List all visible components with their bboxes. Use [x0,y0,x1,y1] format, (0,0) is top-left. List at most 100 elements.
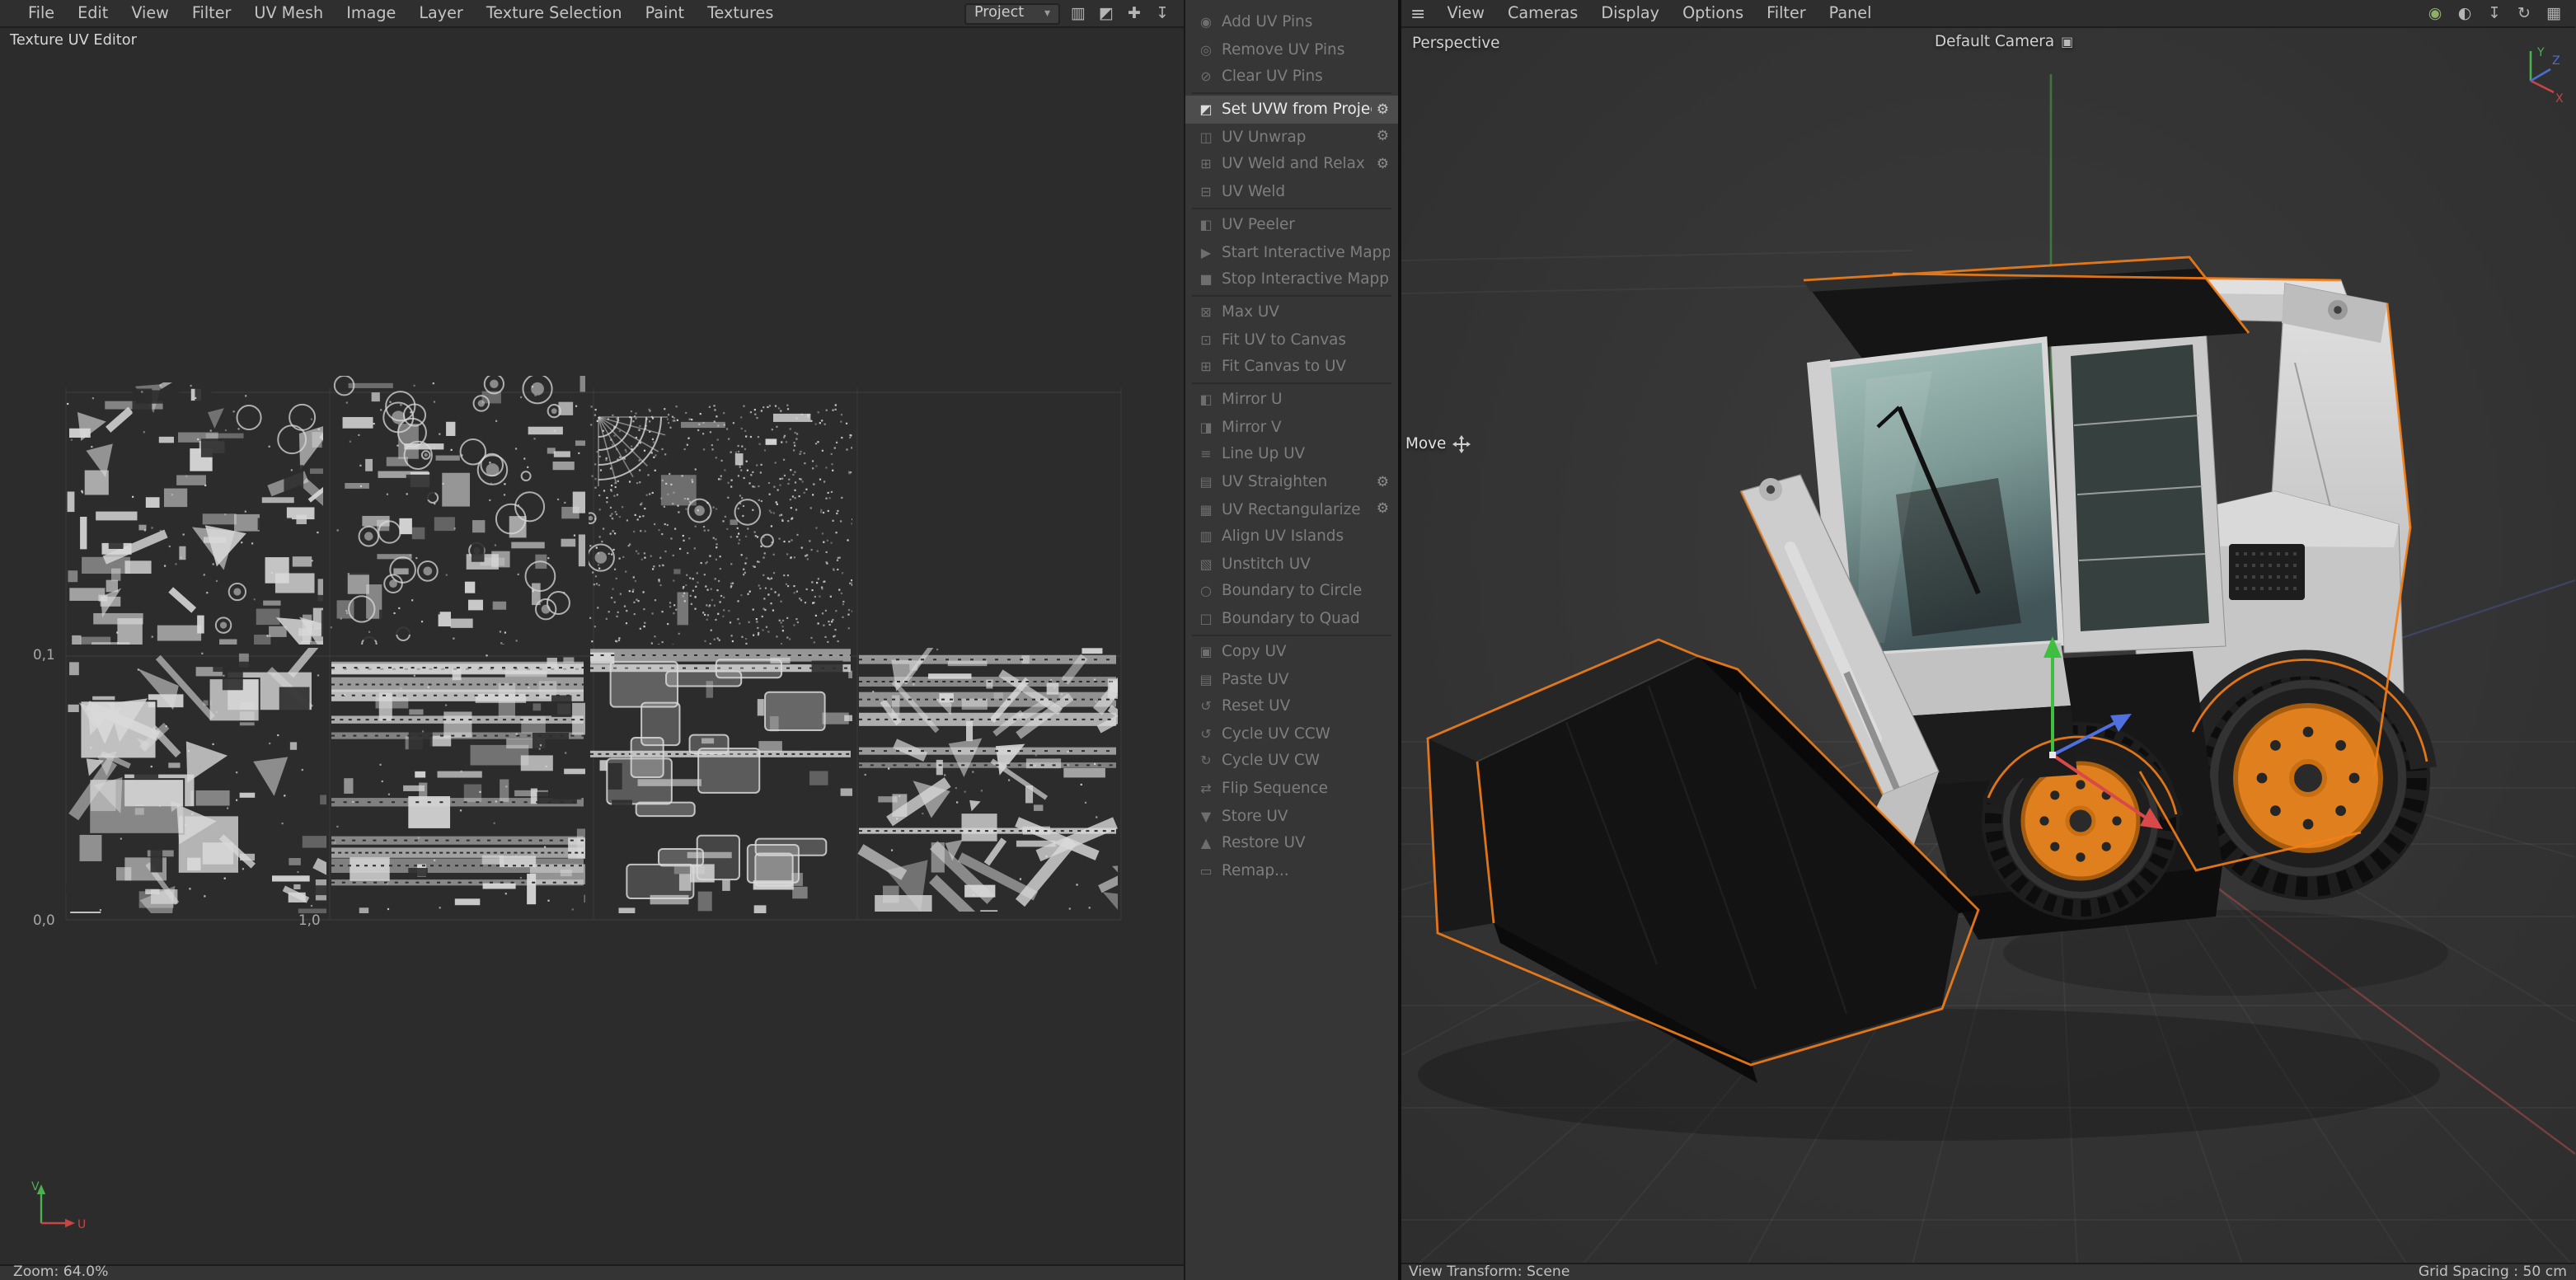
menu-file[interactable]: File [16,4,66,22]
viewport-menu-view[interactable]: View [1435,4,1496,22]
gizmo-x-label: X [2555,92,2564,105]
uv-rectangularize-icon: ▦ [1197,502,1215,517]
3d-viewport-panel: ≡ ViewCamerasDisplayOptionsFilterPanel ◉… [1397,0,2576,1280]
menu-textures[interactable]: Textures [696,4,785,22]
cmd-boundary-to-circle[interactable]: ○Boundary to Circle [1185,578,1397,605]
cmd-label: UV Weld [1222,183,1389,201]
cmd-mirror-u[interactable]: ◧Mirror U [1185,387,1397,414]
cmd-label: Copy UV [1222,643,1389,661]
viewport-menu-options[interactable]: Options [1671,4,1755,22]
menu-uv-mesh[interactable]: UV Mesh [242,4,335,22]
cmd-align-uv-islands[interactable]: ▥Align UV Islands [1185,523,1397,551]
project-dropdown[interactable]: Project ▾ [964,2,1060,24]
cmd-uv-weld[interactable]: ⊟UV Weld [1185,178,1397,205]
clear-uv-pins-icon: ⊘ [1197,69,1215,84]
cmd-label: Align UV Islands [1222,527,1389,546]
cmd-clear-uv-pins[interactable]: ⊘ Clear UV Pins [1185,63,1397,91]
texture-uv-editor-panel: FileEditViewFilterUV MeshImageLayerTextu… [0,0,1184,1280]
cmd-flip-sequence[interactable]: ⇄Flip Sequence [1185,775,1397,802]
menu-filter[interactable]: Filter [181,4,243,22]
cmd-uv-rectangularize[interactable]: ▦UV Rectangularize⚙ [1185,496,1397,523]
viewport-menu-panel[interactable]: Panel [1818,4,1884,22]
viewport-menu-display[interactable]: Display [1589,4,1671,22]
cmd-stop-interactive-mapping[interactable]: ■Stop Interactive Mapping [1185,266,1397,293]
cmd-set-uvw-from-projection[interactable]: ◩Set UVW from Projection⚙ [1185,96,1397,124]
cmd-mirror-v[interactable]: ◨Mirror V [1185,414,1397,441]
menu-edit[interactable]: Edit [66,4,120,22]
chevron-down-icon: ▾ [1033,7,1050,20]
viewport-menu-filter[interactable]: Filter [1755,4,1818,22]
picture-viewer-icon[interactable]: ↧ [2483,1,2506,26]
lock-icon[interactable]: ◩ [1095,1,1118,26]
cmd-label: Mirror V [1222,419,1389,437]
zoom-level: Zoom: 64.0% [13,1264,108,1280]
cmd-label: Cycle UV CW [1222,753,1389,771]
cmd-max-uv[interactable]: ⊠Max UV [1185,299,1397,326]
menu-view[interactable]: View [120,4,181,22]
menu-image[interactable]: Image [335,4,407,22]
pan-hand-icon[interactable]: ✚ [1123,1,1146,26]
histogram-icon[interactable]: ▥ [1067,1,1090,26]
cmd-cycle-uv-cw[interactable]: ↻Cycle UV CW [1185,748,1397,775]
cmd-remove-uv-pins[interactable]: ◎Remove UV Pins [1185,36,1397,63]
restore-uv-icon: ▲ [1197,836,1215,851]
menu-paint[interactable]: Paint [634,4,697,22]
command-separator [1185,91,1397,96]
gear-icon[interactable]: ⚙ [1377,157,1389,173]
cmd-label: Set UVW from Projection [1222,101,1372,119]
cmd-line-up-uv[interactable]: ≡Line Up UV [1185,441,1397,468]
cmd-label: Cycle UV CCW [1222,725,1389,743]
cmd-reset-uv[interactable]: ↺Reset UV [1185,693,1397,720]
uv-editor-menubar: FileEditViewFilterUV MeshImageLayerTextu… [0,0,1184,28]
viewport-menu-cameras[interactable]: Cameras [1496,4,1589,22]
viewport-menu-icon[interactable]: ≡ [1401,2,1435,24]
cmd-label: Paste UV [1222,670,1389,688]
cmd-fit-uv-to-canvas[interactable]: ⊡Fit UV to Canvas [1185,326,1397,354]
cmd-label: UV Unwrap [1222,129,1372,147]
cmd-cycle-uv-ccw[interactable]: ↺Cycle UV CCW [1185,720,1397,748]
menu-layer[interactable]: Layer [407,4,475,22]
cmd-add-uv-pins[interactable]: ◉Add UV Pins [1185,8,1397,35]
dock-icon[interactable]: ↧ [1151,1,1174,26]
reload-icon[interactable]: ↻ [2513,1,2536,26]
cmd-fit-canvas-to-uv[interactable]: ⊞Fit Canvas to UV [1185,354,1397,381]
cmd-label: Flip Sequence [1222,780,1389,798]
cmd-label: Remap... [1222,862,1389,880]
cmd-uv-weld-and-relax[interactable]: ⊞UV Weld and Relax⚙ [1185,151,1397,178]
render-region-icon[interactable]: ◐ [2453,1,2476,26]
viewport-menubar: ≡ ViewCamerasDisplayOptionsFilterPanel ◉… [1401,0,2575,28]
cmd-unstitch-uv[interactable]: ▧Unstitch UV [1185,551,1397,578]
cmd-boundary-to-quad[interactable]: □Boundary to Quad [1185,605,1397,632]
cmd-label: Remove UV Pins [1222,40,1389,59]
gear-icon[interactable]: ⚙ [1377,129,1389,146]
uv-island-block [585,404,854,645]
uv-editor-menu: FileEditViewFilterUV MeshImageLayerTextu… [16,4,785,22]
gear-icon[interactable]: ⚙ [1377,474,1389,490]
line-up-uv-icon: ≡ [1197,448,1215,462]
camera-label: Default Camera ▣ [1935,32,2073,50]
render-view-icon[interactable]: ◉ [2424,1,2447,26]
uv-island-block [590,649,890,936]
cmd-restore-uv[interactable]: ▲Restore UV [1185,830,1397,857]
store-uv-icon: ▼ [1197,809,1215,823]
cmd-remap[interactable]: ▭Remap... [1185,857,1397,884]
cmd-paste-uv[interactable]: ▤Paste UV [1185,666,1397,693]
gear-icon[interactable]: ⚙ [1377,501,1389,518]
start-interactive-mapping-icon: ▶ [1197,245,1215,260]
gear-icon[interactable]: ⚙ [1377,101,1389,118]
cmd-label: Clear UV Pins [1222,68,1389,86]
project-dropdown-value: Project [974,5,1024,21]
copy-uv-icon: ▣ [1197,645,1215,659]
cmd-uv-peeler[interactable]: ◧UV Peeler [1185,211,1397,238]
cmd-copy-uv[interactable]: ▣ Copy UV [1185,638,1397,665]
layout-icon[interactable]: ▦ [2542,1,2565,26]
camera-toggle-icon[interactable]: ▣ [2061,34,2073,49]
viewport-toolbar-icons: ◉◐ ↧ ↻▦ [2424,1,2575,26]
cmd-store-uv[interactable]: ▼Store UV [1185,803,1397,830]
uv-canvas[interactable]: Texture UV Editor 0,1 0,0 1,0 V U [0,28,1184,1264]
menu-texture-selection[interactable]: Texture Selection [475,4,634,22]
viewport-canvas[interactable]: Bobcat [1401,28,2575,1263]
cmd-uv-unwrap[interactable]: ◫UV Unwrap⚙ [1185,124,1397,151]
cmd-uv-straighten[interactable]: ▤UV Straighten⚙ [1185,469,1397,496]
cmd-start-interactive-mapping[interactable]: ▶Start Interactive Mapping [1185,238,1397,265]
